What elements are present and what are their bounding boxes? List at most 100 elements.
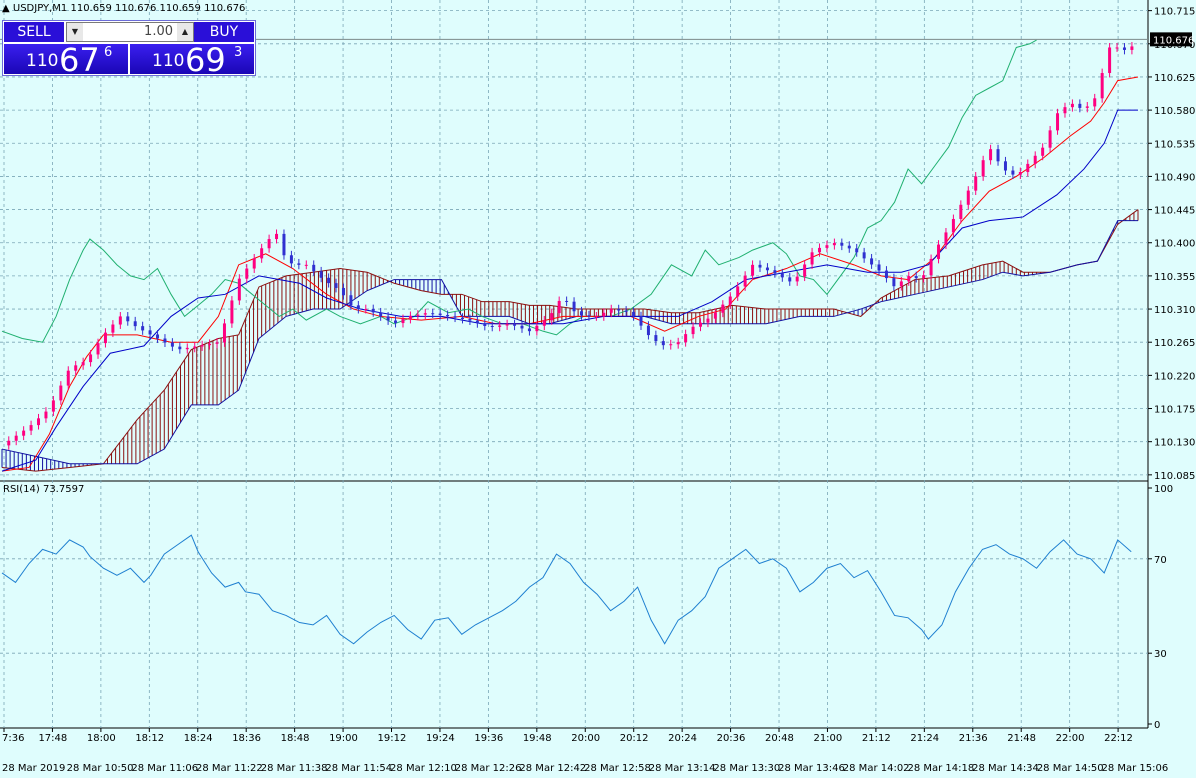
time-tick-label: 18:00 xyxy=(87,733,116,744)
date-tick-label: 28 Mar 13:46 xyxy=(778,763,845,774)
candle-body xyxy=(1033,155,1037,164)
candle-body xyxy=(855,248,859,253)
lot-decrease-icon[interactable]: ▼ xyxy=(67,23,83,41)
candle-body xyxy=(364,309,368,311)
candle-body xyxy=(810,252,814,265)
date-tick-label: 28 Mar 14:18 xyxy=(907,763,974,774)
candle-body xyxy=(89,354,93,363)
time-tick-label: 18:12 xyxy=(135,733,164,744)
candle-body xyxy=(416,314,420,316)
candle-body xyxy=(676,342,680,345)
candle-body xyxy=(557,300,561,314)
candle-body xyxy=(602,312,606,317)
collapse-triangle-icon[interactable]: ▲ xyxy=(2,3,10,14)
candle-body xyxy=(356,305,360,310)
current-price-label: 110.676 xyxy=(1153,35,1194,46)
candle-body xyxy=(959,204,963,219)
candle-body xyxy=(684,334,688,343)
candle-body xyxy=(431,313,435,315)
candle-body xyxy=(178,346,182,350)
candle-body xyxy=(594,316,598,318)
candle-body xyxy=(966,190,970,205)
candle-body xyxy=(423,313,427,315)
candle-body xyxy=(691,326,695,335)
candle-body xyxy=(14,435,18,441)
candle-body xyxy=(22,430,26,436)
candle-body xyxy=(401,319,405,324)
candle-body xyxy=(1070,103,1074,108)
time-tick-label: 20:12 xyxy=(620,733,649,744)
chart-background xyxy=(0,0,1196,778)
candle-body xyxy=(758,264,762,268)
candle-body xyxy=(587,315,591,317)
candle-body xyxy=(527,328,531,332)
candle-body xyxy=(1108,47,1112,74)
lot-size-field[interactable]: ▼ 1.00 ▲ xyxy=(66,22,194,42)
date-tick-label: 28 Mar 13:30 xyxy=(713,763,780,774)
candle-body xyxy=(304,264,308,266)
candle-body xyxy=(862,252,866,259)
time-tick-label: 21:36 xyxy=(959,733,988,744)
date-tick-label: 28 Mar 12:26 xyxy=(455,763,522,774)
time-tick-label: 21:00 xyxy=(813,733,842,744)
candle-body xyxy=(267,239,271,249)
candle-body xyxy=(446,314,450,317)
candle-body xyxy=(974,176,978,191)
buy-price-main: 69 xyxy=(185,41,226,79)
candle-body xyxy=(490,326,494,327)
lot-increase-icon[interactable]: ▲ xyxy=(177,23,193,41)
buy-price-sup: 3 xyxy=(234,45,243,60)
candle-body xyxy=(661,341,665,346)
candle-body xyxy=(788,277,792,282)
candle-body xyxy=(193,346,197,348)
candle-body xyxy=(1003,161,1007,171)
candle-body xyxy=(438,313,442,315)
candle-body xyxy=(892,278,896,287)
candle-body xyxy=(780,273,784,278)
rsi-tick-label: 70 xyxy=(1154,555,1167,566)
candle-body xyxy=(222,323,226,343)
candle-body xyxy=(706,318,710,323)
chart-grid xyxy=(0,0,1196,778)
time-tick-label: 18:36 xyxy=(232,733,261,744)
date-tick-label: 28 Mar 12:42 xyxy=(519,763,586,774)
candle-body xyxy=(751,264,755,276)
time-tick-label: 20:36 xyxy=(717,733,746,744)
candle-body xyxy=(483,323,487,326)
candle-body xyxy=(736,286,740,297)
lot-size-value[interactable]: 1.00 xyxy=(85,24,175,39)
candle-body xyxy=(632,311,636,317)
candle-body xyxy=(148,330,152,335)
date-tick-label: 28 Mar 11:54 xyxy=(325,763,392,774)
chart-area[interactable]: 110.715110.670110.625110.580110.535110.4… xyxy=(0,0,1196,778)
candle-body xyxy=(408,315,412,319)
buy-price[interactable]: 110 69 3 xyxy=(130,41,254,79)
candle-body xyxy=(951,218,955,233)
date-tick-label: 28 Mar 13:14 xyxy=(649,763,716,774)
price-tick-label: 110.220 xyxy=(1154,371,1195,382)
price-tick-label: 110.175 xyxy=(1154,405,1195,416)
candle-body xyxy=(1122,47,1126,50)
price-tick-label: 110.355 xyxy=(1154,272,1195,283)
rsi-label: RSI(14) 73.7597 xyxy=(3,484,85,495)
candle-body xyxy=(572,301,576,312)
buy-button[interactable]: BUY xyxy=(194,22,254,42)
candle-body xyxy=(208,343,212,346)
symbol-text: USDJPY,M1 110.659 110.676 110.659 110.67… xyxy=(12,3,246,14)
time-tick-label: 18:24 xyxy=(184,733,213,744)
date-tick-label: 28 Mar 2019 xyxy=(2,763,65,774)
time-tick-label: 21:48 xyxy=(1007,733,1036,744)
time-tick-label: 22:00 xyxy=(1056,733,1085,744)
price-tick-label: 110.490 xyxy=(1154,172,1195,183)
candle-body xyxy=(907,276,911,282)
sell-price[interactable]: 110 67 6 xyxy=(4,44,128,76)
candle-body xyxy=(840,242,844,246)
candle-body xyxy=(103,332,107,344)
candle-body xyxy=(275,233,279,240)
candle-body xyxy=(870,258,874,265)
sell-button[interactable]: SELL xyxy=(4,22,64,42)
candle-body xyxy=(1063,107,1067,114)
candle-body xyxy=(765,267,769,271)
candle-body xyxy=(565,300,569,302)
candle-body xyxy=(1026,163,1030,172)
